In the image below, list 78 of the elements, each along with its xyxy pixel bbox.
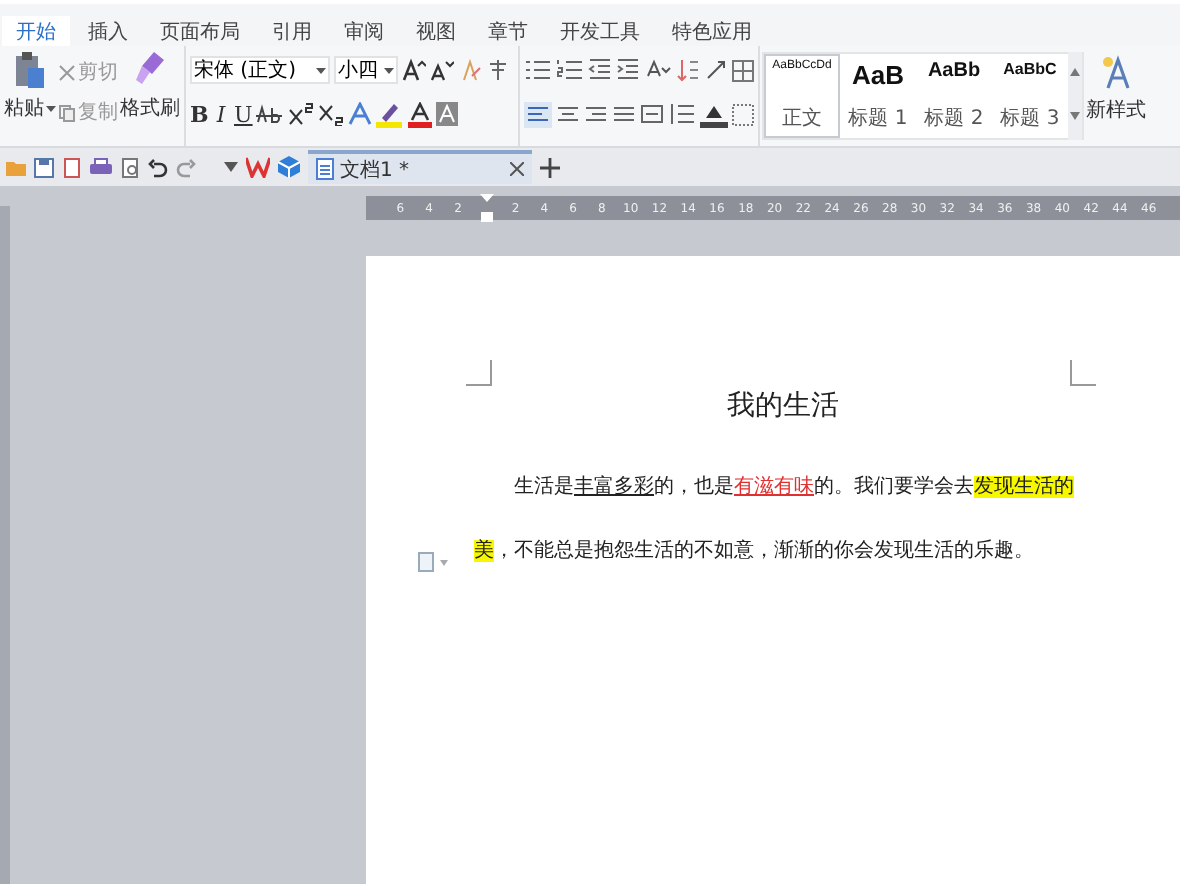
numbered-list-icon[interactable] [556,58,584,82]
menu-tab[interactable]: 开始 [2,16,70,46]
document-title: 我的生活 [725,388,841,424]
increase-indent-icon[interactable] [616,58,640,82]
align-center-icon[interactable] [556,102,580,126]
body-paragraph: 生活是丰富多彩的，也是有滋有味的。我们要学会去发现生活的美，不能总是抱怨生活的不如意，渐渐的你会发现生活的乐趣。 [474,473,1074,566]
font-name-dropdown[interactable]: 宋体 (正文) [190,56,330,84]
italic-button[interactable]: I [212,101,230,127]
strikethrough-icon[interactable] [256,102,284,126]
character-spacing-icon[interactable] [644,58,672,82]
scissors-icon [58,63,76,81]
style-name: 正文 [782,105,822,132]
undo-icon[interactable] [148,157,168,177]
style-sample: AaBbC [1003,60,1057,78]
paragraph-mark-icon[interactable] [704,58,728,82]
document-icon [316,158,334,180]
font-size-dropdown[interactable]: 小四 [334,56,398,84]
superscript-icon[interactable] [288,102,314,126]
copy-icon [58,103,76,121]
new-style-icon[interactable] [1100,54,1132,90]
menu-tab[interactable]: 开发工具 [546,16,654,46]
font-color-icon[interactable] [408,101,432,127]
add-tab-icon[interactable] [540,157,560,177]
format-painter-button[interactable]: 格式刷 [120,94,180,122]
grow-font-icon[interactable] [402,58,426,82]
gallery-scroll-icon[interactable] [1068,52,1082,140]
w-logo-icon[interactable] [246,156,270,178]
menu-tab[interactable]: 审阅 [330,16,398,46]
shrink-font-icon[interactable] [430,58,454,82]
menu-tab[interactable]: 引用 [258,16,326,46]
distributed-icon[interactable] [640,102,664,126]
margin-corner-mark [466,360,492,386]
sort-icon[interactable] [676,58,700,82]
close-icon[interactable] [510,162,524,176]
style-name: 标题 3 [1000,105,1060,132]
style-sample: AaBb [927,60,981,82]
subscript-icon[interactable] [318,102,344,126]
caret-icon [384,67,394,73]
caret-icon [46,105,56,111]
style-sample: AaB [851,60,904,90]
bullet-list-icon[interactable] [524,58,552,82]
paste-button[interactable]: 粘贴 [4,94,56,122]
margin-corner-mark [1070,360,1096,386]
decrease-indent-icon[interactable] [588,58,612,82]
style-preset[interactable]: AaBbC 标题 3 [992,54,1068,138]
preview-icon[interactable] [120,157,140,177]
align-left-icon[interactable] [524,101,552,127]
dropdown-caret-icon[interactable] [224,162,238,172]
style-preset[interactable]: AaBb 标题 2 [916,54,992,138]
document-tab-title: 文档1 * [340,157,412,183]
document-tab[interactable]: 文档1 * [308,150,532,184]
text-effect-icon[interactable] [348,102,372,126]
style-name: 标题 2 [924,105,984,132]
brush-icon[interactable] [134,50,166,90]
align-right-icon[interactable] [584,102,608,126]
menu-tab[interactable]: 视图 [402,16,470,46]
shading-icon[interactable] [700,101,728,127]
caret-icon [316,67,326,73]
menu-tab[interactable]: 章节 [474,16,542,46]
menu-tab[interactable]: 插入 [74,16,142,46]
menu-tab[interactable]: 特色应用 [658,16,766,46]
bold-button[interactable]: B [190,101,208,127]
justify-icon[interactable] [612,102,636,126]
style-name: 标题 1 [848,105,908,132]
save-icon[interactable] [34,157,54,177]
indent-marker-icon[interactable] [479,194,494,222]
menu-tab[interactable]: 页面布局 [146,16,254,46]
table-grid-icon[interactable] [732,59,754,81]
clipboard-icon[interactable] [14,50,46,90]
underline-button[interactable]: U [234,101,252,127]
highlighter-icon[interactable] [376,101,404,127]
style-preset[interactable]: AaB 标题 1 [840,54,916,138]
new-style-button[interactable]: 新样式 [1086,96,1146,124]
line-spacing-icon[interactable] [668,102,696,126]
printer-icon[interactable] [90,157,112,177]
border-icon[interactable] [732,103,754,125]
cube-icon[interactable] [278,156,300,178]
document-icon[interactable] [62,157,82,177]
